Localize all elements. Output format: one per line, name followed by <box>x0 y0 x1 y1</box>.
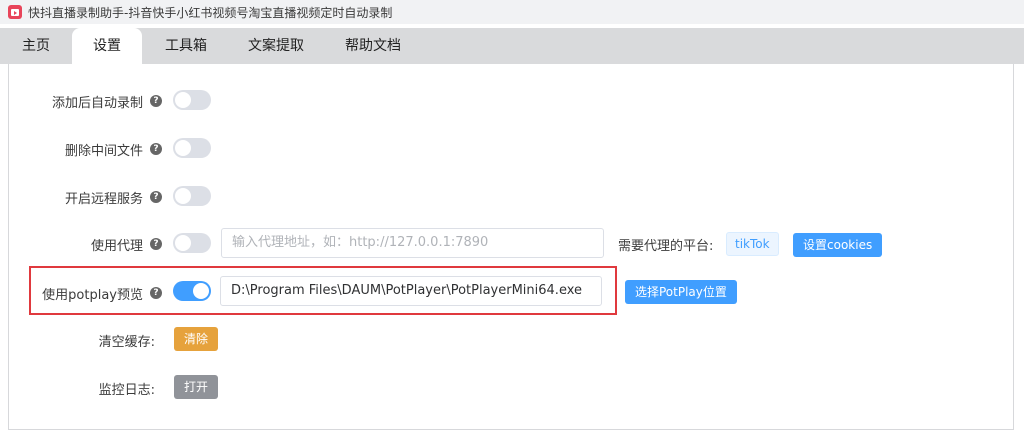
app-logo-icon <box>8 5 22 19</box>
potplay-path-input[interactable]: D:\Program Files\DAUM\PotPlayer\PotPlaye… <box>220 276 602 306</box>
proxy-help-icon[interactable]: ? <box>150 238 162 250</box>
remote-service-switch[interactable] <box>173 186 211 206</box>
tab-bar: 主页 设置 工具箱 文案提取 帮助文档 <box>0 28 1024 64</box>
proxy-platform-label: 需要代理的平台: <box>618 239 714 254</box>
tab-text-extract[interactable]: 文案提取 <box>232 28 320 64</box>
tab-toolbox[interactable]: 工具箱 <box>150 28 222 64</box>
tab-help-docs[interactable]: 帮助文档 <box>330 28 416 64</box>
tab-settings[interactable]: 设置 <box>72 28 142 64</box>
delete-temp-label: 删除中间文件 <box>64 144 143 159</box>
tab-home[interactable]: 主页 <box>0 28 72 64</box>
potplay-switch[interactable] <box>173 281 211 301</box>
clear-cache-button[interactable]: 清除 <box>174 327 219 351</box>
set-cookies-button[interactable]: 设置cookies <box>793 233 883 257</box>
potplay-label: 使用potplay预览 <box>42 288 143 303</box>
select-potplay-button[interactable]: 选择PotPlay位置 <box>625 280 737 304</box>
potplay-help-icon[interactable]: ? <box>150 287 162 299</box>
auto-record-switch[interactable] <box>173 90 211 110</box>
proxy-address-input[interactable]: 输入代理地址，如：http://127.0.0.1:7890 <box>221 228 604 258</box>
remote-service-label: 开启远程服务 <box>64 192 143 207</box>
delete-temp-help-icon[interactable]: ? <box>150 143 162 155</box>
open-log-button[interactable]: 打开 <box>174 375 219 399</box>
remote-service-help-icon[interactable]: ? <box>150 191 162 203</box>
window-title: 快抖直播录制助手-抖音快手小红书视频号淘宝直播视频定时自动录制 <box>28 5 393 20</box>
proxy-platform-tag[interactable]: tikTok <box>726 232 779 256</box>
auto-record-label: 添加后自动录制 <box>51 96 143 111</box>
auto-record-help-icon[interactable]: ? <box>150 95 162 107</box>
proxy-switch[interactable] <box>173 233 211 253</box>
monitor-log-label: 监控日志: <box>98 383 155 398</box>
title-bar: 快抖直播录制助手-抖音快手小红书视频号淘宝直播视频定时自动录制 <box>0 0 1024 24</box>
clear-cache-label: 清空缓存: <box>98 335 155 350</box>
delete-temp-switch[interactable] <box>173 138 211 158</box>
proxy-label: 使用代理 <box>90 239 143 254</box>
